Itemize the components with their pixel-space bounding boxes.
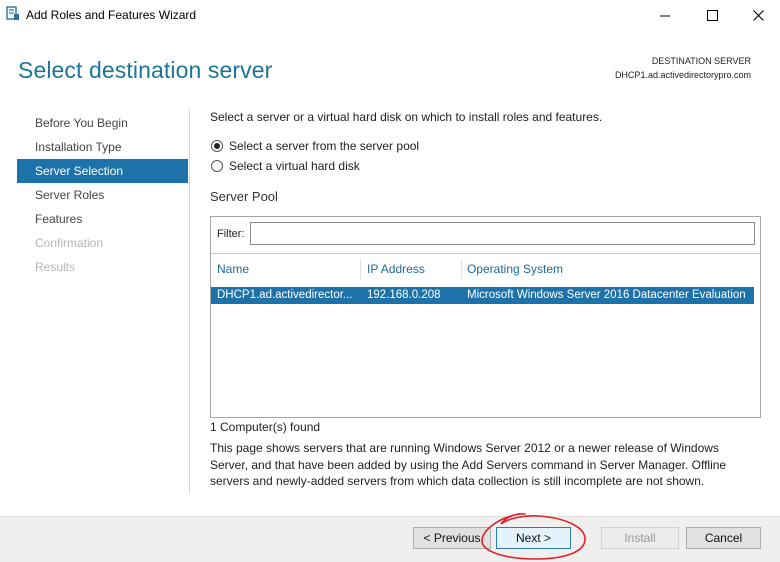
nav-item-server-selection[interactable]: Server Selection	[17, 159, 188, 183]
computers-found-count: 1 Computer(s) found	[210, 420, 321, 434]
server-pool-description: This page shows servers that are running…	[210, 441, 727, 488]
filter-input[interactable]	[250, 222, 755, 245]
cell-name: DHCP1.ad.activedirector...	[217, 289, 353, 301]
server-pool-radio[interactable]	[211, 140, 223, 152]
nav-item-server-roles[interactable]: Server Roles	[17, 183, 188, 207]
cell-ip-address: 192.168.0.208	[367, 289, 441, 301]
previous-button[interactable]: < Previous	[413, 527, 491, 549]
nav-item-before-you-begin[interactable]: Before You Begin	[17, 111, 188, 135]
maximize-icon	[706, 9, 718, 21]
minimize-button[interactable]	[642, 0, 688, 30]
next-button[interactable]: Next >	[496, 527, 571, 549]
filter-label: Filter:	[217, 228, 245, 240]
vhd-radio-option[interactable]: Select a virtual hard disk	[211, 159, 360, 173]
column-header-name[interactable]: Name	[211, 258, 361, 280]
vhd-radio[interactable]	[211, 160, 223, 172]
nav-item-installation-type[interactable]: Installation Type	[17, 135, 188, 159]
server-pool-title: Server Pool	[210, 189, 278, 204]
install-button: Install	[601, 527, 679, 549]
wizard-steps-nav: Before You Begin Installation Type Serve…	[17, 111, 188, 279]
page-title: Select destination server	[18, 57, 273, 83]
nav-divider	[189, 110, 190, 494]
nav-item-results: Results	[35, 260, 76, 274]
server-pool-radio-label[interactable]: Select a server from the server pool	[229, 139, 419, 153]
table-row[interactable]: DHCP1.ad.activedirector... 192.168.0.208…	[211, 287, 754, 304]
maximize-button[interactable]	[689, 0, 735, 30]
cell-operating-system: Microsoft Windows Server 2016 Datacenter…	[467, 289, 746, 301]
title-bar: Add Roles and Features Wizard	[0, 0, 780, 30]
server-manager-icon	[6, 6, 19, 20]
close-icon	[752, 9, 764, 21]
intro-text: Select a server or a virtual hard disk o…	[210, 110, 603, 124]
column-header-operating-system[interactable]: Operating System	[461, 258, 751, 280]
filter-row: Filter:	[211, 217, 760, 254]
column-header-ip-address[interactable]: IP Address	[361, 258, 457, 280]
close-button[interactable]	[735, 0, 780, 30]
window-title: Add Roles and Features Wizard	[26, 8, 197, 22]
nav-item-confirmation: Confirmation	[35, 236, 104, 250]
radio-selected-dot	[214, 143, 220, 149]
cancel-button[interactable]: Cancel	[686, 527, 761, 549]
nav-item-features[interactable]: Features	[17, 207, 188, 231]
server-grid-header: Name IP Address Operating System	[211, 258, 760, 280]
vhd-radio-label[interactable]: Select a virtual hard disk	[229, 159, 360, 173]
destination-server-label: DESTINATION SERVER	[651, 56, 751, 66]
destination-server-value: DHCP1.ad.activedirectorypro.com	[614, 70, 751, 80]
minimize-icon	[659, 15, 670, 16]
server-pool-radio-option[interactable]: Select a server from the server pool	[211, 139, 419, 153]
server-pool-panel: Filter: Name IP Address Operating System…	[210, 216, 761, 418]
